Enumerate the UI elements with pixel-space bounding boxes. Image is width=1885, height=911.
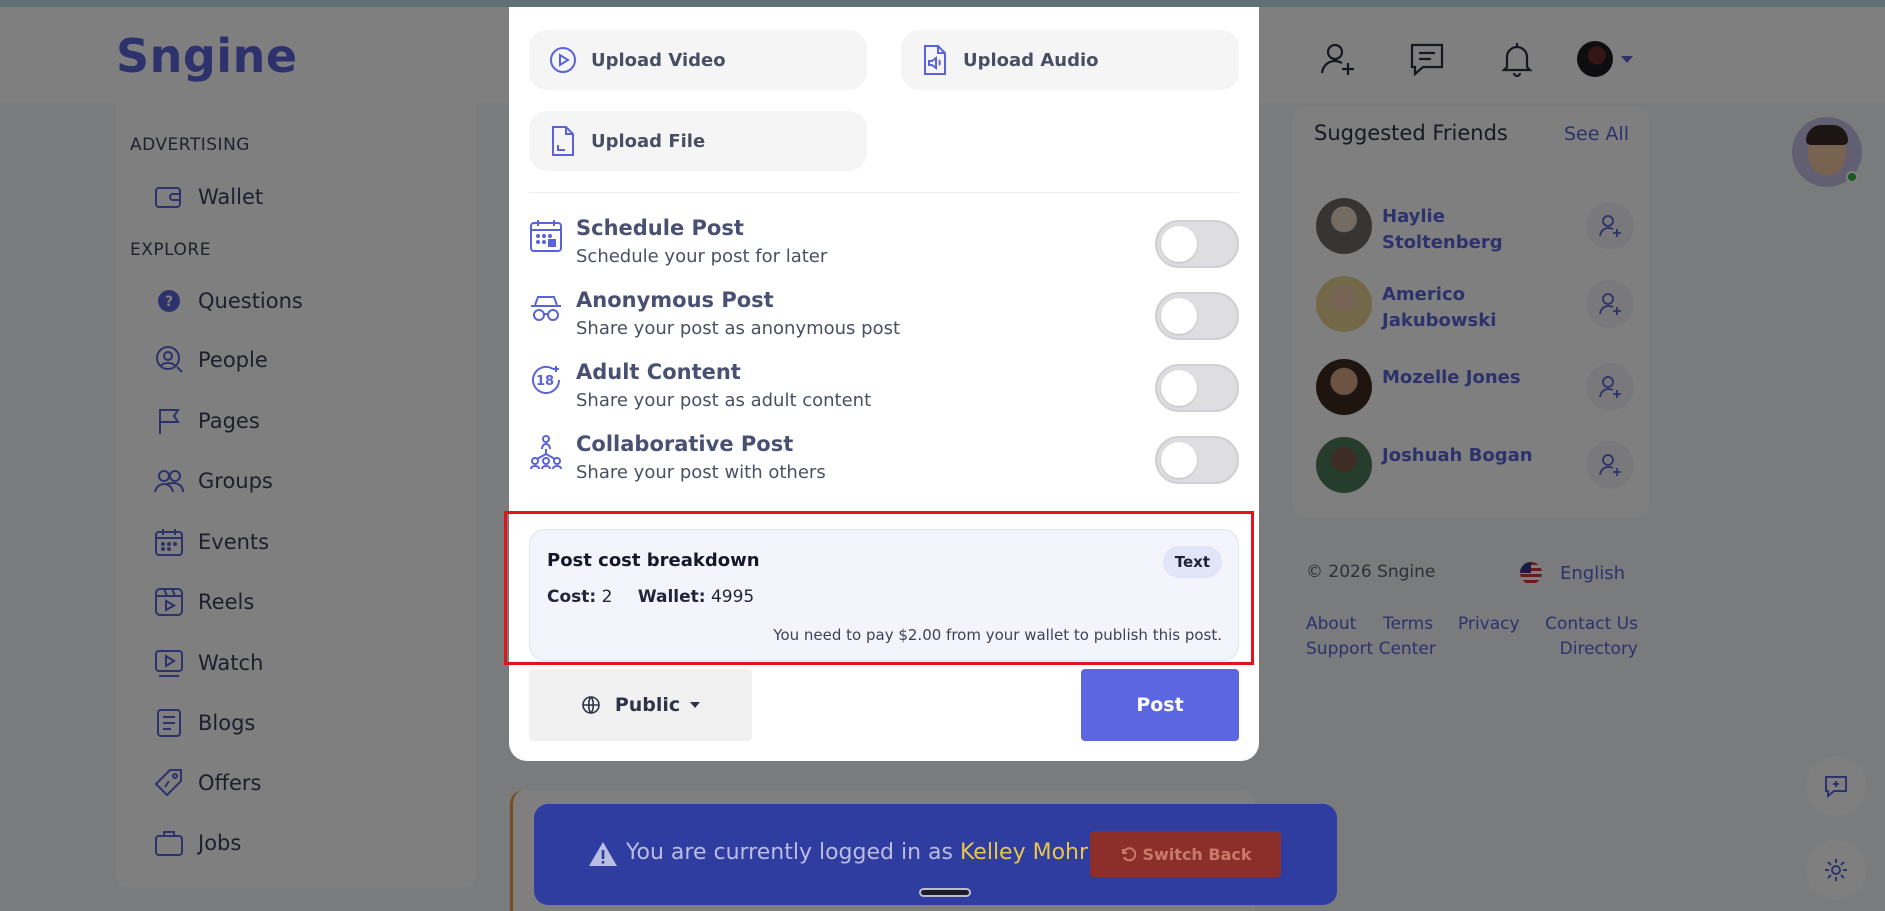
option-title: Collaborative Post bbox=[576, 432, 794, 456]
toggle-knob bbox=[1161, 370, 1197, 406]
option-anonymous-post: Anonymous Post Share your post as anonym… bbox=[529, 286, 1239, 346]
banner-message: You are currently logged in as Kelley Mo… bbox=[626, 840, 1088, 865]
post-button[interactable]: Post bbox=[1081, 669, 1239, 741]
anonymous-post-toggle[interactable] bbox=[1155, 292, 1239, 340]
upload-video-button[interactable]: Upload Video bbox=[529, 30, 867, 90]
option-title: Anonymous Post bbox=[576, 288, 774, 312]
wallet-value: 4995 bbox=[710, 587, 755, 607]
option-adult-content: 18 Adult Content Share your post as adul… bbox=[529, 358, 1239, 418]
section-divider bbox=[529, 192, 1239, 193]
wallet-label: Wallet: bbox=[637, 587, 706, 607]
chevron-down-icon bbox=[690, 702, 701, 708]
adult-18-icon: 18 bbox=[529, 362, 563, 398]
option-title: Adult Content bbox=[576, 360, 741, 384]
adult-content-toggle[interactable] bbox=[1155, 364, 1239, 412]
cost-label: Cost: bbox=[547, 587, 597, 607]
toggle-knob bbox=[1161, 298, 1197, 334]
cost-note: You need to pay $2.00 from your wallet t… bbox=[773, 626, 1222, 644]
schedule-post-toggle[interactable] bbox=[1155, 220, 1239, 268]
upload-file-button[interactable]: Upload File bbox=[529, 111, 867, 171]
cost-value: 2 bbox=[601, 587, 613, 607]
toggle-knob bbox=[1161, 442, 1197, 478]
privacy-label: Public bbox=[614, 694, 681, 716]
cost-wallet-line: Cost: 2 Wallet: 4995 bbox=[547, 587, 754, 607]
globe-icon bbox=[582, 696, 600, 714]
upload-audio-label: Upload Audio bbox=[963, 49, 1099, 71]
audio-file-icon bbox=[921, 45, 949, 75]
collaborative-post-toggle[interactable] bbox=[1155, 436, 1239, 484]
post-type-badge: Text bbox=[1162, 546, 1222, 578]
warning-icon bbox=[589, 842, 617, 866]
upload-video-label: Upload Video bbox=[591, 49, 726, 71]
privacy-dropdown[interactable]: Public bbox=[529, 669, 752, 741]
option-subtitle: Share your post with others bbox=[576, 462, 826, 483]
post-cost-breakdown: Post cost breakdown Text Cost: 2 Wallet:… bbox=[529, 529, 1239, 661]
svg-text:18: 18 bbox=[536, 374, 554, 389]
upload-file-label: Upload File bbox=[591, 130, 706, 152]
publisher-modal: Upload Video Upload Audio Upload File Sc… bbox=[509, 7, 1259, 761]
switch-back-button[interactable]: Switch Back bbox=[1090, 831, 1281, 877]
scroll-handle[interactable] bbox=[919, 888, 971, 897]
undo-icon bbox=[1121, 847, 1136, 862]
toggle-knob bbox=[1161, 226, 1197, 262]
option-subtitle: Schedule your post for later bbox=[576, 246, 828, 267]
banner-username[interactable]: Kelley Mohr bbox=[960, 840, 1088, 865]
cost-breakdown-title: Post cost breakdown bbox=[547, 550, 760, 571]
file-icon bbox=[549, 126, 577, 156]
banner-text: You are currently logged in as bbox=[626, 840, 953, 865]
schedule-icon bbox=[529, 218, 563, 254]
option-subtitle: Share your post as anonymous post bbox=[576, 318, 901, 339]
anonymous-icon bbox=[529, 290, 563, 326]
video-icon bbox=[549, 46, 577, 74]
switch-back-label: Switch Back bbox=[1142, 844, 1252, 864]
collaborate-icon bbox=[529, 434, 563, 470]
option-title: Schedule Post bbox=[576, 216, 744, 240]
option-subtitle: Share your post as adult content bbox=[576, 390, 872, 411]
option-collaborative-post: Collaborative Post Share your post with … bbox=[529, 430, 1239, 490]
upload-audio-button[interactable]: Upload Audio bbox=[901, 30, 1239, 90]
option-schedule-post: Schedule Post Schedule your post for lat… bbox=[529, 214, 1239, 274]
